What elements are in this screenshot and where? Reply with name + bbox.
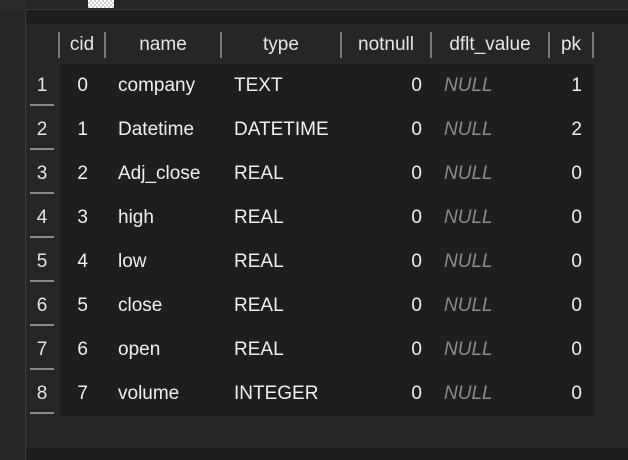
row-cells: 4 low REAL 0 NULL 0 [60, 240, 594, 284]
cell-dflt-value[interactable]: NULL [444, 372, 493, 416]
column-header-pk[interactable]: pk [550, 32, 594, 58]
row-separator [30, 148, 54, 150]
cell-pk[interactable]: 0 [550, 240, 582, 284]
cell-dflt-value[interactable]: NULL [444, 64, 493, 108]
column-header-name[interactable]: name [106, 32, 222, 58]
table-row[interactable]: 5 4 low REAL 0 NULL 0 [26, 240, 628, 284]
row-cells: 1 Datetime DATETIME 0 NULL 2 [60, 108, 594, 152]
grid-empty-area [60, 416, 594, 448]
cell-notnull[interactable]: 0 [342, 152, 422, 196]
row-number: 7 [36, 339, 48, 360]
table-row[interactable]: 7 6 open REAL 0 NULL 0 [26, 328, 628, 372]
column-header-cid[interactable]: cid [60, 32, 106, 58]
row-cells: 7 volume INTEGER 0 NULL 0 [60, 372, 594, 416]
cell-pk[interactable]: 0 [550, 372, 582, 416]
row-number: 5 [36, 251, 48, 272]
cell-dflt-value[interactable]: NULL [444, 240, 493, 284]
cell-cid[interactable]: 5 [60, 284, 88, 328]
row-number: 6 [36, 295, 48, 316]
row-number: 4 [36, 207, 48, 228]
row-number: 8 [36, 383, 48, 404]
row-separator [30, 368, 54, 370]
cell-cid[interactable]: 0 [60, 64, 88, 108]
table-row[interactable]: 4 3 high REAL 0 NULL 0 [26, 196, 628, 240]
cell-pk[interactable]: 2 [550, 108, 582, 152]
cell-cid[interactable]: 4 [60, 240, 88, 284]
cell-cid[interactable]: 7 [60, 372, 88, 416]
cell-name[interactable]: high [118, 196, 154, 240]
row-separator [30, 104, 54, 106]
cell-type[interactable]: REAL [234, 152, 284, 196]
cell-pk[interactable]: 0 [550, 196, 582, 240]
row-separator [30, 192, 54, 194]
table-row[interactable]: 3 2 Adj_close REAL 0 NULL 0 [26, 152, 628, 196]
top-left-corner [0, 0, 26, 10]
results-grid: cid name type notnull dflt_value pk 1 0 … [26, 24, 628, 448]
header-row: cid name type notnull dflt_value pk [26, 24, 628, 64]
row-cells: 3 high REAL 0 NULL 0 [60, 196, 594, 240]
row-separator [30, 412, 54, 414]
cell-dflt-value[interactable]: NULL [444, 284, 493, 328]
cell-name[interactable]: Adj_close [118, 152, 200, 196]
table-row[interactable]: 8 7 volume INTEGER 0 NULL 0 [26, 372, 628, 416]
cell-name[interactable]: open [118, 328, 160, 372]
row-cells: 5 close REAL 0 NULL 0 [60, 284, 594, 328]
cell-type[interactable]: TEXT [234, 64, 283, 108]
cell-name[interactable]: close [118, 284, 162, 328]
table-row[interactable]: 2 1 Datetime DATETIME 0 NULL 2 [26, 108, 628, 152]
cell-pk[interactable]: 0 [550, 152, 582, 196]
column-header-notnull[interactable]: notnull [342, 32, 432, 58]
cell-pk[interactable]: 0 [550, 328, 582, 372]
cell-notnull[interactable]: 0 [342, 284, 422, 328]
cell-pk[interactable]: 1 [550, 64, 582, 108]
row-separator [30, 280, 54, 282]
cell-dflt-value[interactable]: NULL [444, 196, 493, 240]
cell-cid[interactable]: 3 [60, 196, 88, 240]
cell-name[interactable]: company [118, 64, 195, 108]
cell-cid[interactable]: 2 [60, 152, 88, 196]
cell-pk[interactable]: 0 [550, 284, 582, 328]
row-cells: 2 Adj_close REAL 0 NULL 0 [60, 152, 594, 196]
query-results-window: cid name type notnull dflt_value pk 1 0 … [0, 0, 628, 460]
cell-name[interactable]: low [118, 240, 147, 284]
row-cells: 6 open REAL 0 NULL 0 [60, 328, 594, 372]
cell-notnull[interactable]: 0 [342, 240, 422, 284]
row-number-header[interactable] [30, 32, 60, 58]
column-header-type[interactable]: type [222, 32, 342, 58]
cell-type[interactable]: REAL [234, 328, 284, 372]
transparency-checker-icon [88, 0, 114, 8]
left-panel-margin [0, 10, 26, 460]
cell-dflt-value[interactable]: NULL [444, 108, 493, 152]
cell-type[interactable]: DATETIME [234, 108, 329, 152]
cell-cid[interactable]: 6 [60, 328, 88, 372]
cell-notnull[interactable]: 0 [342, 328, 422, 372]
row-number: 1 [36, 75, 48, 96]
row-number: 2 [36, 119, 48, 140]
row-number: 3 [36, 163, 48, 184]
cell-notnull[interactable]: 0 [342, 196, 422, 240]
row-separator [30, 324, 54, 326]
cell-dflt-value[interactable]: NULL [444, 152, 493, 196]
cell-cid[interactable]: 1 [60, 108, 88, 152]
cell-notnull[interactable]: 0 [342, 372, 422, 416]
cell-type[interactable]: REAL [234, 240, 284, 284]
row-separator [30, 236, 54, 238]
top-toolbar-strip [0, 0, 628, 10]
cell-name[interactable]: Datetime [118, 108, 194, 152]
table-row[interactable]: 1 0 company TEXT 0 NULL 1 [26, 64, 628, 108]
cell-type[interactable]: INTEGER [234, 372, 318, 416]
cell-type[interactable]: REAL [234, 196, 284, 240]
cell-name[interactable]: volume [118, 372, 179, 416]
table-row[interactable]: 6 5 close REAL 0 NULL 0 [26, 284, 628, 328]
cell-type[interactable]: REAL [234, 284, 284, 328]
row-cells: 0 company TEXT 0 NULL 1 [60, 64, 594, 108]
column-header-dflt-value[interactable]: dflt_value [432, 32, 550, 58]
cell-notnull[interactable]: 0 [342, 108, 422, 152]
cell-dflt-value[interactable]: NULL [444, 328, 493, 372]
cell-notnull[interactable]: 0 [342, 64, 422, 108]
